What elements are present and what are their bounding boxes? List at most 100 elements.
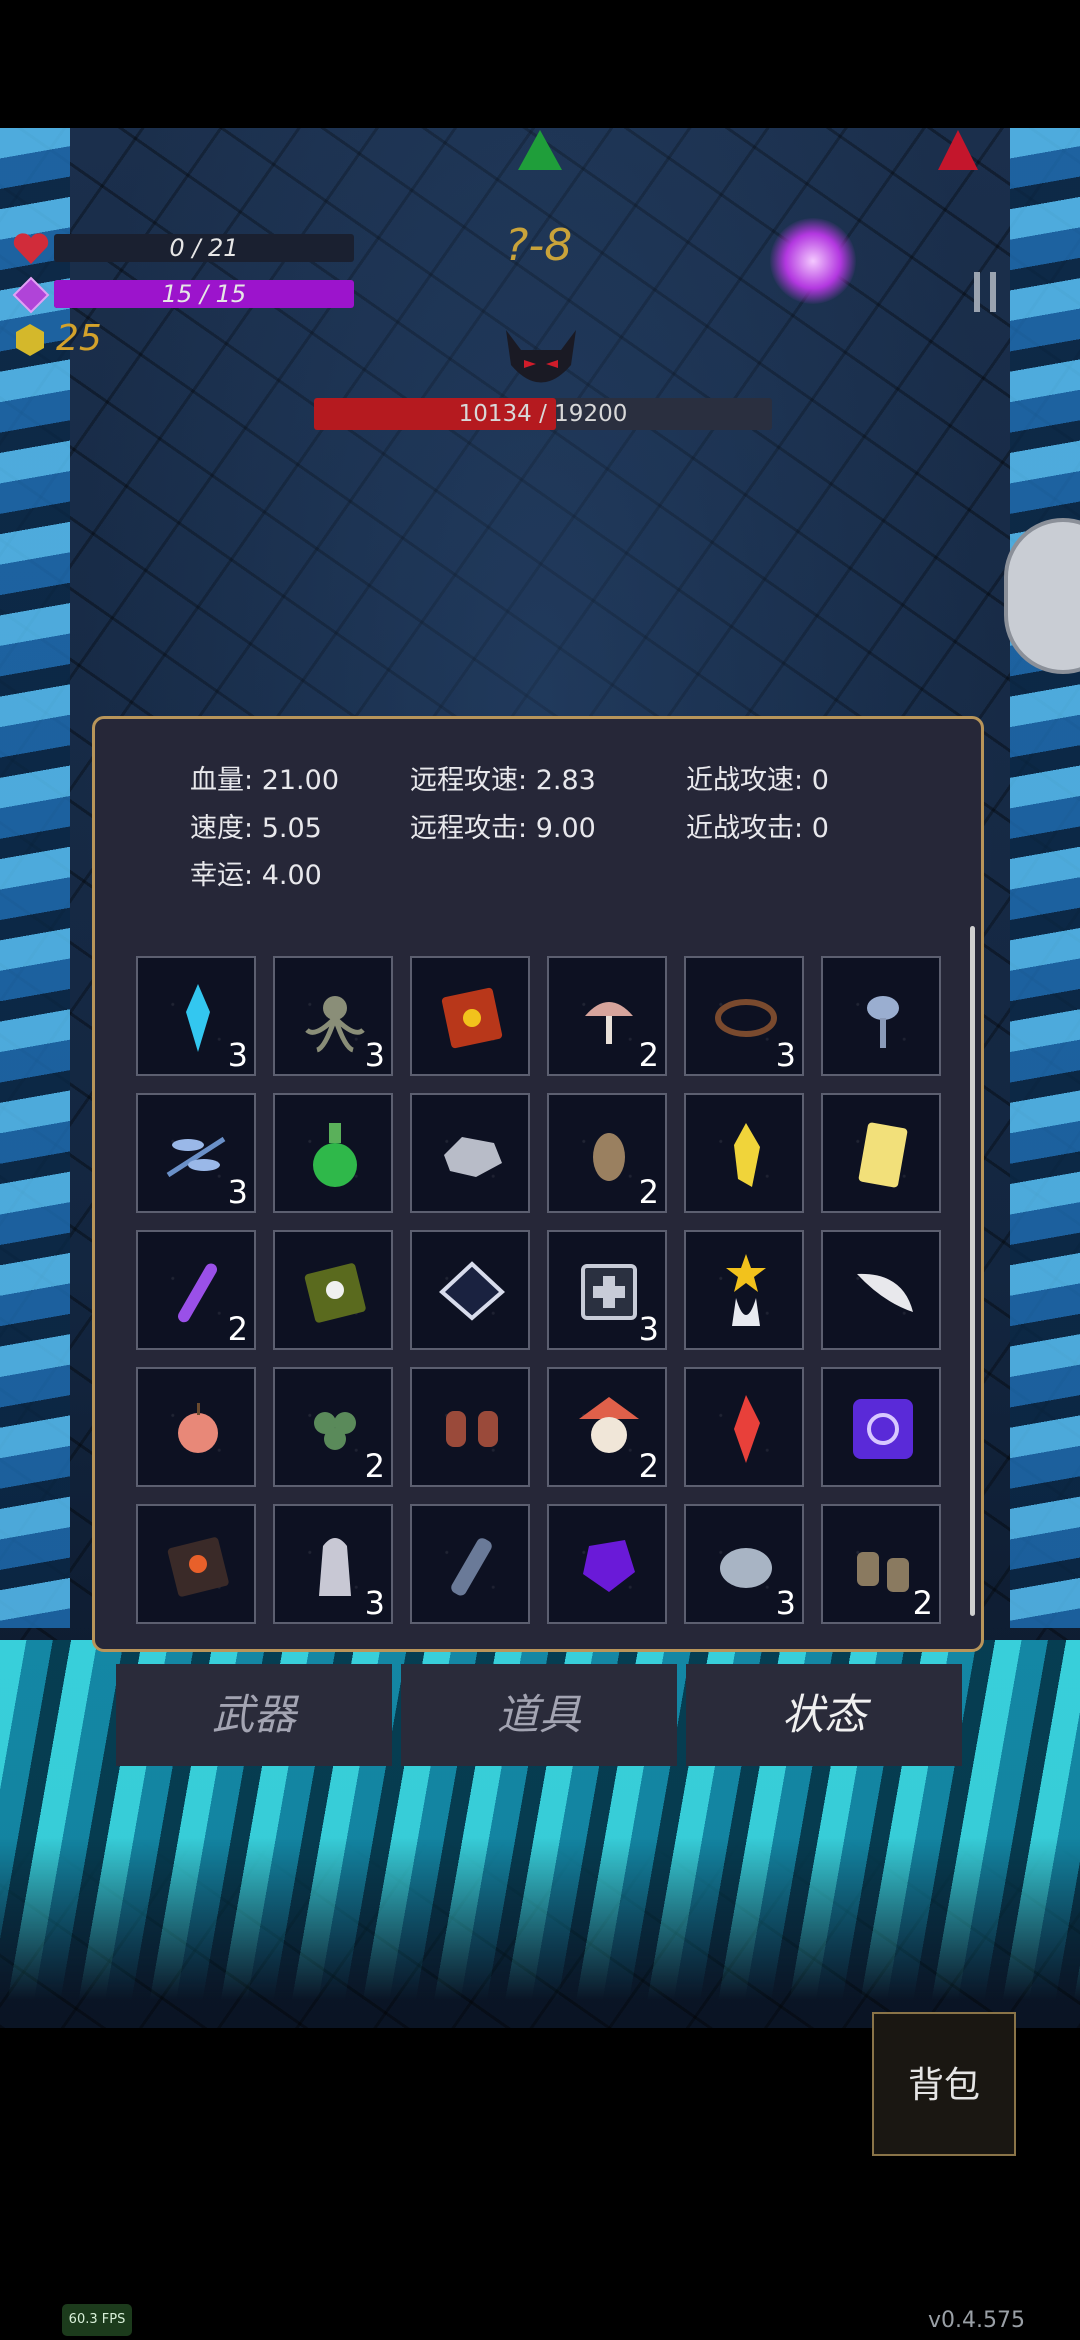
- item-grid-scrollbar[interactable]: [970, 926, 975, 1616]
- stat-luck: 幸运: 4.00: [190, 860, 322, 891]
- item-slot[interactable]: [684, 1230, 804, 1350]
- stat-melee-attack: 近战攻击: 0: [686, 813, 829, 844]
- heart-icon: [13, 233, 49, 264]
- right-crystal-wall: [1010, 128, 1080, 1628]
- fps-counter: 60.3 FPS: [62, 2304, 132, 2336]
- item-slot[interactable]: [136, 1367, 256, 1487]
- red-crystal-icon: [734, 1395, 760, 1463]
- yellow-card-icon: [858, 1122, 908, 1188]
- item-slot[interactable]: 2: [547, 1093, 667, 1213]
- apple-icon: [178, 1403, 218, 1453]
- rune-icon: [853, 1399, 913, 1459]
- skull-book-icon: [304, 1263, 366, 1323]
- purple-shell-icon: [583, 1540, 635, 1592]
- item-slot[interactable]: [273, 1093, 393, 1213]
- feather-icon: [857, 1273, 913, 1312]
- item-count: 2: [364, 1447, 385, 1485]
- pause-icon[interactable]: [970, 268, 1002, 316]
- item-slot[interactable]: [684, 1093, 804, 1213]
- stat-melee-speed: 近战攻速: 0: [686, 765, 829, 796]
- item-slot[interactable]: [821, 1230, 941, 1350]
- item-slot[interactable]: [410, 1504, 530, 1624]
- mushroom-icon: [585, 1002, 633, 1044]
- purple-vial-icon: [178, 1263, 217, 1323]
- item-slot[interactable]: 3: [684, 956, 804, 1076]
- item-slot[interactable]: 2: [273, 1367, 393, 1487]
- item-count: 2: [638, 1036, 659, 1074]
- boss-hp-text: 10134 / 19200: [458, 401, 628, 427]
- item-count: 3: [364, 1584, 385, 1622]
- version-label: v0.4.575: [928, 2308, 1025, 2333]
- item-slot[interactable]: [821, 1367, 941, 1487]
- item-count: 3: [364, 1036, 385, 1074]
- feather-mask-icon: [579, 1397, 639, 1453]
- red-triangle-marker-icon: [938, 130, 978, 170]
- bag-button[interactable]: 背包: [872, 2012, 1016, 2156]
- tab-status[interactable]: 状态: [686, 1664, 962, 1766]
- boots-icon: [857, 1552, 909, 1592]
- stat-speed: 速度: 5.05: [190, 813, 322, 844]
- item-slot[interactable]: [136, 1504, 256, 1624]
- item-count: 2: [638, 1173, 659, 1211]
- diamond-plate-icon: [439, 1261, 505, 1321]
- item-slot[interactable]: [821, 1093, 941, 1213]
- red-book-icon: [441, 987, 503, 1049]
- blue-crystal-icon: [186, 984, 210, 1052]
- item-slot[interactable]: [410, 1230, 530, 1350]
- item-count: 3: [775, 1036, 796, 1074]
- tab-weapons[interactable]: 武器: [116, 1664, 392, 1766]
- coin-count: 25: [56, 318, 102, 359]
- bottle-icon: [451, 1538, 492, 1596]
- hp-text: 0 / 21: [169, 234, 239, 262]
- item-slot[interactable]: 3: [547, 1230, 667, 1350]
- silver-ore-icon: [444, 1137, 502, 1177]
- stat-ranged-attack: 远程攻击: 9.00: [410, 813, 596, 844]
- item-slot[interactable]: [410, 1367, 530, 1487]
- star-trophy-icon: [726, 1254, 766, 1326]
- item-slot[interactable]: 3: [136, 956, 256, 1076]
- item-slot[interactable]: 2: [547, 956, 667, 1076]
- item-slot[interactable]: [273, 1230, 393, 1350]
- demon-book-icon: [167, 1537, 229, 1597]
- item-slot[interactable]: 3: [273, 956, 393, 1076]
- item-grid: 3 3 2 3 3 2 2 3 2 2 3 3 2: [136, 956, 944, 1646]
- stage-label: ?-8: [505, 220, 573, 271]
- mana-gem-icon: [12, 276, 50, 314]
- item-slot[interactable]: 3: [273, 1504, 393, 1624]
- item-count: 2: [912, 1584, 933, 1622]
- item-slot[interactable]: 2: [547, 1367, 667, 1487]
- boss-demon-icon: [506, 330, 576, 383]
- clover-icon: [314, 1412, 356, 1450]
- dragonfly-icon: [166, 1136, 226, 1178]
- side-avatar[interactable]: [1004, 518, 1080, 674]
- green-triangle-marker-icon: [518, 130, 562, 170]
- item-slot[interactable]: [684, 1367, 804, 1487]
- tab-items[interactable]: 道具: [401, 1664, 677, 1766]
- gloves-icon: [446, 1411, 498, 1447]
- item-slot[interactable]: 2: [136, 1230, 256, 1350]
- item-slot[interactable]: [410, 1093, 530, 1213]
- mp-text: 15 / 15: [161, 280, 247, 308]
- item-count: 3: [227, 1173, 248, 1211]
- item-slot[interactable]: 3: [136, 1093, 256, 1213]
- ghost-cloak-icon: [319, 1538, 351, 1596]
- green-potion-icon: [313, 1123, 357, 1187]
- seed-icon: [593, 1133, 625, 1181]
- stat-hp: 血量: 21.00: [190, 765, 339, 796]
- item-slot[interactable]: 2: [821, 1504, 941, 1624]
- item-slot[interactable]: [410, 956, 530, 1076]
- item-slot[interactable]: [547, 1504, 667, 1624]
- stone-icon: [720, 1548, 772, 1588]
- coin-icon: [16, 324, 44, 356]
- thorn-crown-icon: [715, 999, 777, 1037]
- flower-icon: [867, 996, 899, 1048]
- item-count: 3: [775, 1584, 796, 1622]
- magic-orb: [770, 218, 856, 304]
- item-slot[interactable]: [821, 956, 941, 1076]
- item-slot[interactable]: 3: [684, 1504, 804, 1624]
- medkit-icon: [581, 1264, 637, 1320]
- item-count: 2: [638, 1447, 659, 1485]
- item-count: 3: [227, 1036, 248, 1074]
- stat-ranged-speed: 远程攻速: 2.83: [410, 765, 596, 796]
- item-count: 3: [638, 1310, 659, 1348]
